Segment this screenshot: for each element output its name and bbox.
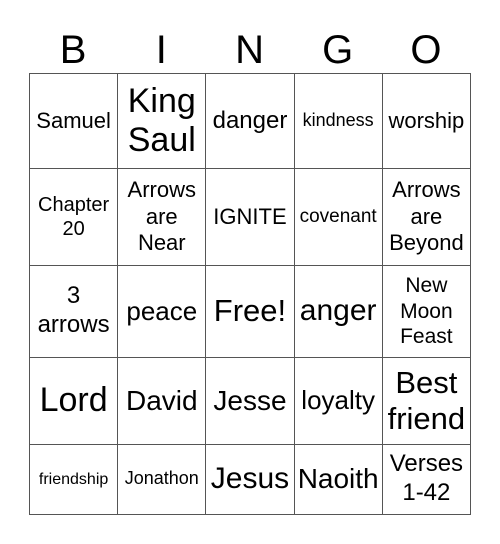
header-letter-g: G <box>322 28 354 72</box>
header-letter-b: B <box>59 28 87 72</box>
grid-row: Samuel King Saul danger kindness worship <box>28 72 472 170</box>
bingo-cell[interactable]: danger <box>205 72 295 170</box>
grid-row: Chapter 20 Arrows are Near IGNITE covena… <box>28 168 472 266</box>
bingo-cell[interactable]: Jesse <box>205 356 295 445</box>
bingo-cell[interactable]: Arrows are Beyond <box>381 168 472 266</box>
bingo-cell[interactable]: friendship <box>28 443 119 516</box>
grid-row: Lord David Jesse loyalty Best friend <box>28 356 472 445</box>
bingo-cell[interactable]: Arrows are Near <box>117 168 207 266</box>
bingo-cell[interactable]: Lord <box>28 356 119 445</box>
bingo-cell-free[interactable]: Free! <box>205 264 295 358</box>
bingo-cell[interactable]: covenant <box>293 168 383 266</box>
bingo-cell[interactable]: Samuel <box>28 72 119 170</box>
bingo-cell[interactable]: Best friend <box>381 356 472 445</box>
bingo-cell[interactable]: New Moon Feast <box>381 264 472 358</box>
bingo-cell[interactable]: King Saul <box>117 72 207 170</box>
header-letter-n: N <box>235 28 264 72</box>
bingo-cell[interactable]: David <box>117 356 207 445</box>
header-letter-i: I <box>155 28 167 72</box>
bingo-cell[interactable]: 3 arrows <box>28 264 119 358</box>
bingo-cell[interactable]: anger <box>293 264 383 358</box>
grid-row: 3 arrows peace Free! anger New Moon Feas… <box>28 264 472 358</box>
bingo-cell[interactable]: Jonathon <box>117 443 207 516</box>
bingo-cell[interactable]: Verses 1-42 <box>381 443 472 516</box>
bingo-cell[interactable]: IGNITE <box>205 168 295 266</box>
bingo-cell[interactable]: Jesus <box>205 443 295 516</box>
bingo-cell[interactable]: worship <box>381 72 472 170</box>
bingo-cell[interactable]: kindness <box>293 72 383 170</box>
bingo-grid: Samuel King Saul danger kindness worship… <box>28 72 472 516</box>
bingo-cell[interactable]: loyalty <box>293 356 383 445</box>
bingo-cell[interactable]: Chapter 20 <box>28 168 119 266</box>
bingo-cell[interactable]: Naoith <box>293 443 383 516</box>
bingo-header: B I N G O <box>29 28 470 72</box>
header-letter-o: O <box>410 28 442 72</box>
bingo-cell[interactable]: peace <box>117 264 207 358</box>
grid-row: friendship Jonathon Jesus Naoith Verses … <box>28 443 472 516</box>
